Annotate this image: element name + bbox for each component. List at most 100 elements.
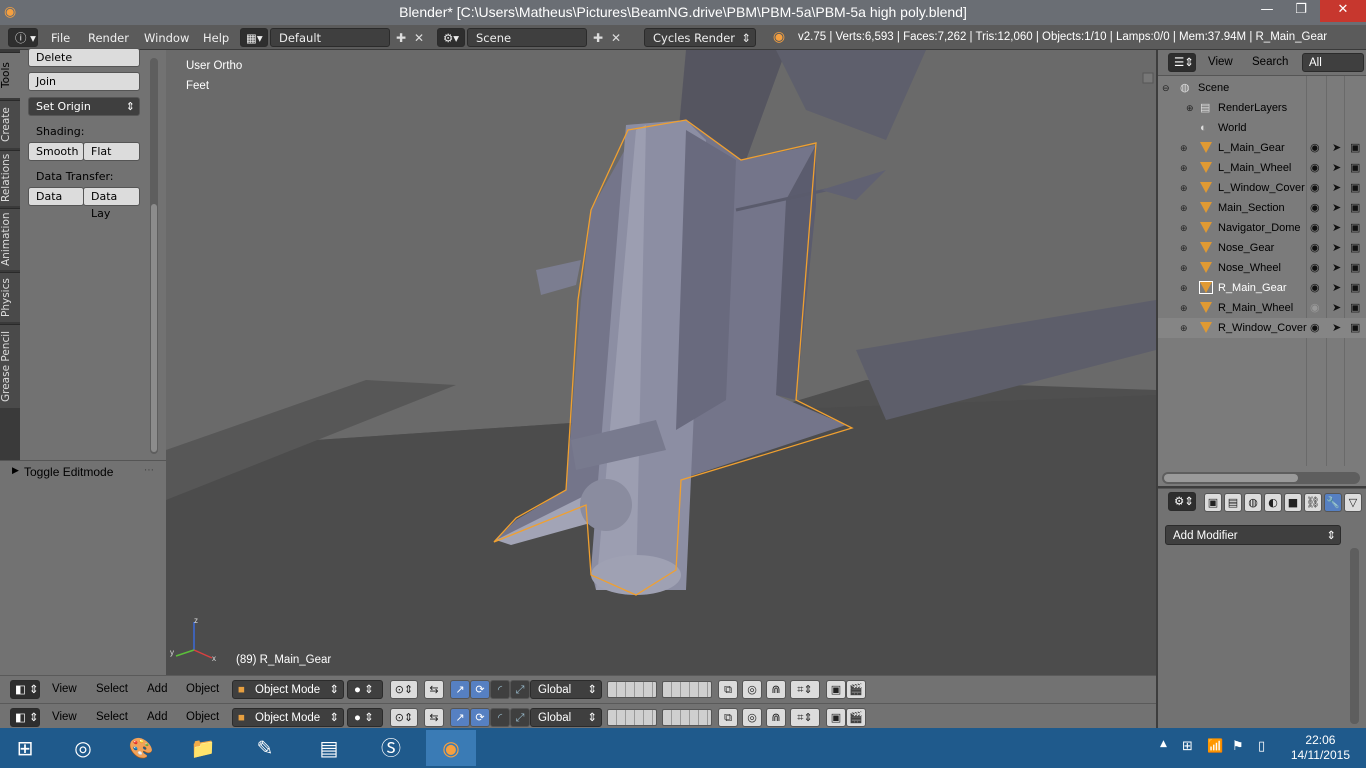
layers-grid-1[interactable] <box>607 681 657 698</box>
menu-select-2[interactable]: Select <box>96 711 128 723</box>
outliner-row-object[interactable]: ⊕ L_Window_Cover ◉ ➤ ▣ <box>1158 178 1366 198</box>
arc-manipulator-icon-2[interactable]: ◜ <box>490 708 510 727</box>
render-camera-icon[interactable]: ▣ <box>1350 318 1360 338</box>
visibility-eye-icon[interactable]: ◉ <box>1310 178 1320 198</box>
render-camera-icon[interactable]: ▣ <box>1350 138 1360 158</box>
visibility-eye-icon[interactable]: ◉ <box>1310 158 1320 178</box>
collapse-icon[interactable]: ⊖ <box>1162 78 1170 98</box>
file-explorer-icon[interactable]: 📁 <box>178 730 228 766</box>
selectable-cursor-icon[interactable]: ➤ <box>1332 158 1341 178</box>
constraints-tab-icon[interactable]: ⛓ <box>1304 493 1322 512</box>
3d-viewport[interactable]: User Ortho Feet (89) R_Main_Gear z y x <box>166 50 1156 675</box>
start-windows-icon[interactable]: ⊞ <box>0 730 50 766</box>
render-camera-icon[interactable]: ▣ <box>1350 238 1360 258</box>
visibility-eye-icon[interactable]: ◉ <box>1310 298 1320 318</box>
join-button[interactable]: Join <box>28 72 140 91</box>
render-engine-select[interactable]: Cycles Render ⇕ <box>644 28 756 47</box>
expand-icon[interactable]: ⊕ <box>1180 198 1188 218</box>
object-tab-icon[interactable]: ■ <box>1284 493 1302 512</box>
chrome-icon[interactable]: ◎ <box>58 730 108 766</box>
flag-icon[interactable]: ⚑ <box>1232 739 1244 754</box>
outliner-row-scene[interactable]: ⊖ ◍ Scene <box>1158 78 1366 98</box>
outliner-scrollbar[interactable] <box>1162 472 1360 484</box>
delete-button[interactable]: Delete <box>28 48 140 67</box>
flat-button[interactable]: Flat <box>83 142 140 161</box>
editor-type-info-icon[interactable]: ⓘ ▾ <box>8 28 38 47</box>
editor-type-3d-icon-2[interactable]: ◧ ⇕ <box>10 708 40 727</box>
paint-icon[interactable]: 🎨 <box>116 730 166 766</box>
render-tab-icon[interactable]: ▣ <box>1204 493 1222 512</box>
tab-tools[interactable]: Tools <box>0 52 20 98</box>
modifiers-tab-icon[interactable]: 🔧 <box>1324 493 1342 512</box>
manipulator-toggle-icon-2[interactable]: ⇆ <box>424 708 444 727</box>
scrollbar-thumb[interactable] <box>1164 474 1298 482</box>
data-tab-icon[interactable]: ▽ <box>1344 493 1362 512</box>
data-button[interactable]: Data <box>28 187 84 206</box>
visibility-eye-icon[interactable]: ◉ <box>1310 238 1320 258</box>
expand-icon[interactable]: ⊕ <box>1180 218 1188 238</box>
outliner-row-object[interactable]: ⊕ R_Window_Cover ◉ ➤ ▣ <box>1158 318 1366 338</box>
render-image-icon-2[interactable]: ▣ <box>826 708 846 727</box>
rotate-manipulator-icon-2[interactable]: ⟳ <box>470 708 490 727</box>
remove-scene-icon[interactable]: ✕ <box>609 29 623 47</box>
outliner-row-object[interactable]: ⊕ L_Main_Wheel ◉ ➤ ▣ <box>1158 158 1366 178</box>
selectable-cursor-icon[interactable]: ➤ <box>1332 318 1341 338</box>
selectable-cursor-icon[interactable]: ➤ <box>1332 218 1341 238</box>
drag-handle-icon[interactable]: ⋯ <box>144 465 154 476</box>
layers-grid-2[interactable] <box>662 681 712 698</box>
network-icon[interactable]: 📶 <box>1207 739 1223 754</box>
render-camera-icon[interactable]: ▣ <box>1350 178 1360 198</box>
layers-grid-3[interactable] <box>607 709 657 726</box>
properties-scrollbar[interactable] <box>1350 548 1359 724</box>
editor-type-properties-icon[interactable]: ⚙⇕ <box>1168 492 1196 511</box>
translate-manipulator-icon-2[interactable]: ↗ <box>450 708 470 727</box>
proportional-edit-icon-2[interactable]: ◎ <box>742 708 762 727</box>
expand-icon[interactable]: ⊕ <box>1180 158 1188 178</box>
menu-object-2[interactable]: Object <box>186 711 219 723</box>
menu-view[interactable]: View <box>52 683 77 695</box>
add-scene-icon[interactable]: ✚ <box>591 29 605 47</box>
outliner-row-object[interactable]: ⊕ Nose_Wheel ◉ ➤ ▣ <box>1158 258 1366 278</box>
render-camera-icon[interactable]: ▣ <box>1350 158 1360 178</box>
scene-icon[interactable]: ⚙▾ <box>437 28 465 47</box>
menu-view-2[interactable]: View <box>52 711 77 723</box>
render-layers-tab-icon[interactable]: ▤ <box>1224 493 1242 512</box>
render-animation-icon[interactable]: 🎬 <box>846 680 866 699</box>
7zip-icon[interactable]: ▤ <box>304 730 354 766</box>
expand-icon[interactable]: ⊕ <box>1180 298 1188 318</box>
expand-icon[interactable]: ⊕ <box>1180 238 1188 258</box>
selectable-cursor-icon[interactable]: ➤ <box>1332 258 1341 278</box>
menu-object[interactable]: Object <box>186 683 219 695</box>
render-camera-icon[interactable]: ▣ <box>1350 218 1360 238</box>
viewport-shading-select-2[interactable]: ● ⇕ <box>347 708 383 727</box>
display-mode-select[interactable]: All Scenes <box>1302 53 1364 88</box>
title-bar[interactable]: ◉ Blender* [C:\Users\Matheus\Pictures\Be… <box>0 0 1366 25</box>
visibility-eye-icon[interactable]: ◉ <box>1310 278 1320 298</box>
toggle-editmode-label[interactable]: Toggle Editmode <box>24 465 113 479</box>
expand-icon[interactable]: ⊕ <box>1180 178 1188 198</box>
visibility-eye-icon[interactable]: ◉ <box>1310 198 1320 218</box>
editor-app-icon[interactable]: ✎ <box>240 730 290 766</box>
manipulator-toggle-icon[interactable]: ⇆ <box>424 680 444 699</box>
tab-physics[interactable]: Physics <box>0 272 20 322</box>
lock-layers-icon[interactable]: ⧉ <box>718 680 738 699</box>
editor-type-3d-icon[interactable]: ◧ ⇕ <box>10 680 40 699</box>
orientation-select-2[interactable]: Global ⇕ <box>530 708 602 727</box>
screen-layout-icon[interactable]: ▦▾ <box>240 28 268 47</box>
snap-toggle-icon[interactable]: ⋒ <box>766 680 786 699</box>
outliner-row-world[interactable]: ◐ World <box>1158 118 1366 138</box>
selectable-cursor-icon[interactable]: ➤ <box>1332 198 1341 218</box>
clock[interactable]: 22:06 14/11/2015 <box>1291 733 1350 763</box>
action-center-icon[interactable]: ⊞ <box>1182 739 1193 754</box>
outliner-row-object[interactable]: ⊕ R_Main_Wheel ◉ ➤ ▣ <box>1158 298 1366 318</box>
screen-layout-field[interactable]: Default <box>270 28 390 47</box>
scene-field[interactable]: Scene <box>467 28 587 47</box>
render-camera-icon[interactable]: ▣ <box>1350 298 1360 318</box>
menu-add-2[interactable]: Add <box>147 711 167 723</box>
selectable-cursor-icon[interactable]: ➤ <box>1332 138 1341 158</box>
menu-window[interactable]: Window <box>144 29 189 47</box>
outliner-menu-search[interactable]: Search <box>1252 56 1288 68</box>
render-camera-icon[interactable]: ▣ <box>1350 258 1360 278</box>
menu-help[interactable]: Help <box>203 29 229 47</box>
menu-add[interactable]: Add <box>147 683 167 695</box>
